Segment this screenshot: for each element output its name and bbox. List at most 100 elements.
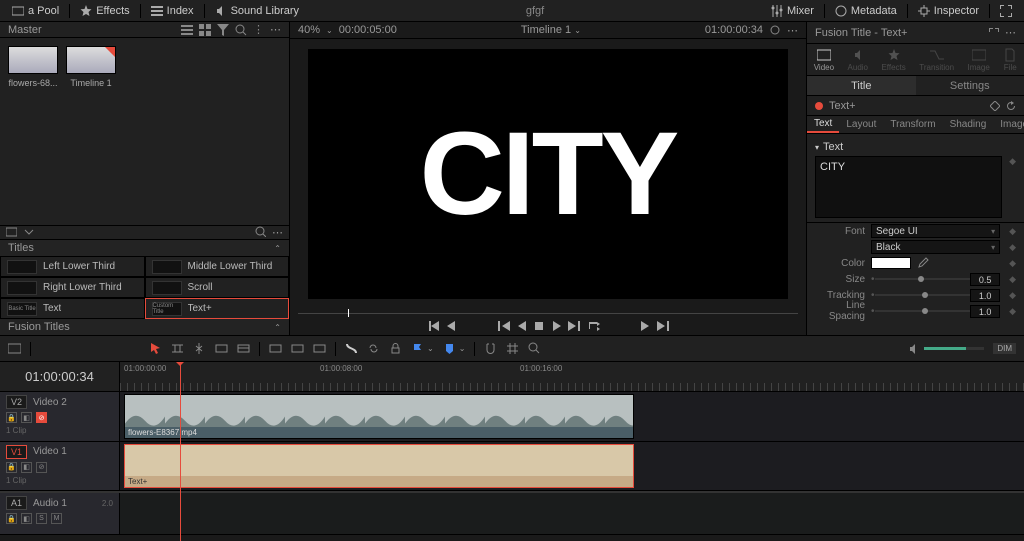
fusion-titles-header[interactable]: Fusion Titles⌃ xyxy=(0,319,289,335)
viewer[interactable]: CITY xyxy=(290,39,806,309)
title-preset[interactable]: Right Lower Third xyxy=(0,277,145,298)
fullscreen-button[interactable] xyxy=(992,0,1020,21)
timeline-view-icon[interactable] xyxy=(8,342,21,355)
text-section-header[interactable]: Text xyxy=(815,138,1016,156)
marker-icon[interactable] xyxy=(443,342,456,355)
viewer-tc[interactable]: 01:00:00:34 xyxy=(705,24,763,36)
inspector-transition-tab[interactable]: Transition xyxy=(919,48,954,72)
dynamic-trim-icon[interactable] xyxy=(345,342,358,355)
clip-icon[interactable] xyxy=(6,227,17,238)
panel-options[interactable]: ⋯ xyxy=(272,226,283,239)
zoom-icon[interactable] xyxy=(528,342,541,355)
prev-frame-icon[interactable] xyxy=(444,319,458,333)
track-body[interactable] xyxy=(120,493,1024,534)
mute-icon[interactable]: M xyxy=(51,513,62,524)
titles-header[interactable]: Titles⌃ xyxy=(0,240,289,256)
inspector-audio-tab[interactable]: Audio xyxy=(848,48,868,72)
flag-icon[interactable] xyxy=(411,342,424,355)
disable-track-icon[interactable]: ⊘ xyxy=(36,462,47,473)
color-swatch[interactable] xyxy=(871,257,911,269)
monitor-volume[interactable] xyxy=(908,343,984,355)
viewer-scrubber[interactable] xyxy=(298,309,798,317)
bypass-icon[interactable] xyxy=(769,24,781,36)
keyframe-icon[interactable] xyxy=(990,101,1000,111)
title-preset[interactable]: Middle Lower Third xyxy=(145,256,290,277)
font-dropdown[interactable]: Segoe UI xyxy=(871,224,1000,238)
disable-track-icon[interactable]: ⊘ xyxy=(36,412,47,423)
metadata-tab[interactable]: Metadata xyxy=(827,0,905,21)
solo-icon[interactable]: S xyxy=(36,513,47,524)
timeline-name[interactable]: Timeline 1 xyxy=(521,24,571,36)
list-view-icon[interactable] xyxy=(181,24,193,36)
timeline-ruler[interactable]: 01:00:00:00 01:00:08:00 01:00:16:00 xyxy=(120,362,1024,391)
inspector-file-tab[interactable]: File xyxy=(1003,48,1017,72)
jump-end-icon[interactable] xyxy=(568,319,582,333)
effects-tab[interactable]: Effects xyxy=(72,0,137,21)
inspector-options[interactable]: ⋯ xyxy=(1005,26,1016,39)
auto-select-icon[interactable]: ◧ xyxy=(21,513,32,524)
eyedropper-icon[interactable] xyxy=(917,257,929,269)
text-input[interactable] xyxy=(815,156,1002,218)
link-icon[interactable] xyxy=(367,342,380,355)
overwrite-icon[interactable] xyxy=(237,342,250,355)
lock-track-icon[interactable]: 🔒 xyxy=(6,462,17,473)
tracking-value[interactable]: 1.0 xyxy=(970,289,1000,302)
track-header[interactable]: V1Video 1 🔒◧⊘ 1 Clip xyxy=(0,442,120,491)
linespacing-value[interactable]: 1.0 xyxy=(970,305,1000,318)
enable-led[interactable] xyxy=(815,102,823,110)
viewer-options[interactable]: ⋯ xyxy=(787,24,798,37)
layout-tab[interactable]: Layout xyxy=(839,116,883,133)
dim-button[interactable]: DIM xyxy=(993,343,1016,354)
node-header[interactable]: Text+ xyxy=(807,96,1024,116)
title-clip[interactable]: Text+ xyxy=(124,444,634,489)
media-pool-tab[interactable]: a Pool xyxy=(4,0,67,21)
inspector-image-tab[interactable]: Image xyxy=(968,48,990,72)
size-value[interactable]: 0.5 xyxy=(970,273,1000,286)
track-header[interactable]: A1Audio 12.0 🔒◧SM xyxy=(0,493,120,534)
sound-library-tab[interactable]: Sound Library xyxy=(207,0,308,21)
play-icon[interactable] xyxy=(550,319,564,333)
index-tab[interactable]: Index xyxy=(143,0,202,21)
transform-tab[interactable]: Transform xyxy=(883,116,942,133)
replace-icon[interactable] xyxy=(269,342,282,355)
tracking-slider[interactable] xyxy=(875,294,971,296)
blade-tool-icon[interactable] xyxy=(193,342,206,355)
grid-view-icon[interactable] xyxy=(199,24,211,36)
next-frame-icon[interactable] xyxy=(638,319,652,333)
trim-tool-icon[interactable] xyxy=(171,342,184,355)
media-thumb[interactable]: flowers-68... xyxy=(8,46,58,88)
size-slider[interactable] xyxy=(875,278,971,280)
ripple-icon[interactable] xyxy=(313,342,326,355)
lock-icon[interactable] xyxy=(389,342,402,355)
loop-icon[interactable] xyxy=(586,319,600,333)
grid-icon[interactable] xyxy=(506,342,519,355)
search-icon[interactable] xyxy=(255,226,266,237)
jump-start-icon[interactable] xyxy=(496,319,510,333)
track-body[interactable]: Text+ xyxy=(120,442,1024,491)
last-frame-icon[interactable] xyxy=(656,319,670,333)
expand-inspector-icon[interactable] xyxy=(989,28,999,38)
text-tab[interactable]: Text xyxy=(807,116,839,133)
title-preset[interactable]: Scroll xyxy=(145,277,290,298)
zoom-level[interactable]: 40% xyxy=(298,24,320,36)
linespacing-slider[interactable] xyxy=(875,310,971,312)
options-dots[interactable]: ⋯ xyxy=(270,23,281,36)
title-preset-selected[interactable]: Custom TitleText+ xyxy=(145,298,290,319)
chevron-down-icon[interactable] xyxy=(23,227,34,238)
shading-tab[interactable]: Shading xyxy=(943,116,994,133)
lock-track-icon[interactable]: 🔒 xyxy=(6,513,17,524)
mixer-tab[interactable]: Mixer xyxy=(763,0,822,21)
auto-select-icon[interactable]: ◧ xyxy=(21,412,32,423)
first-frame-icon[interactable] xyxy=(426,319,440,333)
stop-icon[interactable] xyxy=(532,319,546,333)
settings-subtab[interactable]: Settings xyxy=(916,76,1024,95)
media-pool[interactable]: flowers-68... Timeline 1 xyxy=(0,38,289,225)
keyframe-diamond[interactable]: ◆ xyxy=(1009,156,1016,167)
title-preset[interactable]: Left Lower Third xyxy=(0,256,145,277)
title-subtab[interactable]: Title xyxy=(807,76,916,95)
fit-icon[interactable] xyxy=(291,342,304,355)
playhead[interactable] xyxy=(180,362,181,541)
image-tab[interactable]: Image xyxy=(993,116,1024,133)
play-reverse-icon[interactable] xyxy=(514,319,528,333)
filter-icon[interactable] xyxy=(217,24,229,36)
